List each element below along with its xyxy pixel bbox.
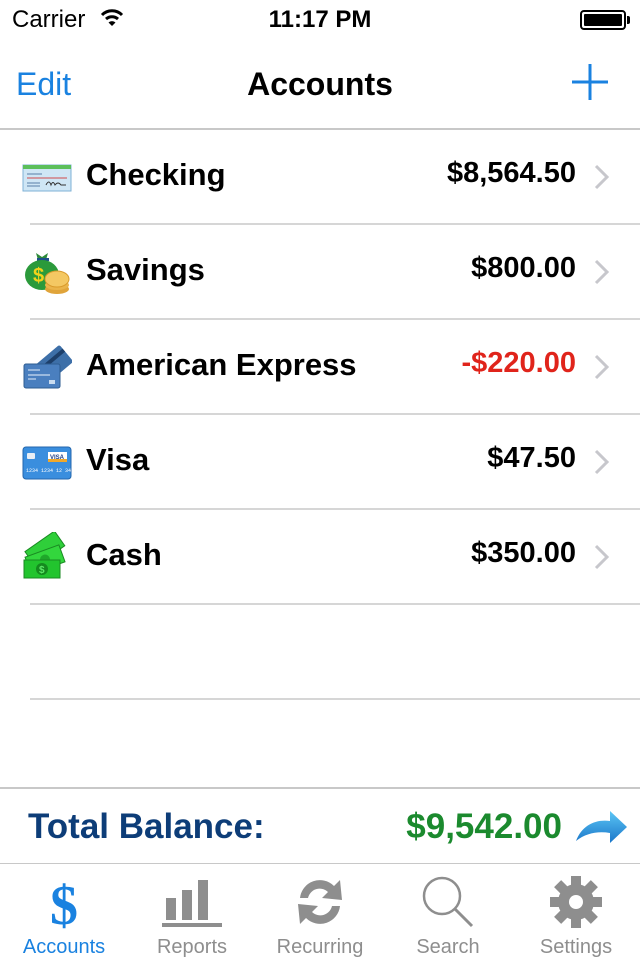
tab-accounts[interactable]: $ Accounts bbox=[0, 864, 128, 960]
account-row-visa[interactable]: VISA 1234 1234 12 34 Visa $47.50 bbox=[22, 415, 640, 510]
svg-text:$: $ bbox=[39, 565, 45, 576]
chevron-right-icon bbox=[594, 259, 610, 285]
account-row-savings[interactable]: $ Savings $800.00 bbox=[25, 225, 640, 320]
chevron-right-icon bbox=[594, 544, 610, 570]
account-balance: $350.00 bbox=[471, 537, 576, 569]
status-bar: Carrier 11:17 PM bbox=[0, 0, 640, 40]
tab-reports[interactable]: Reports bbox=[128, 864, 256, 960]
account-balance: $47.50 bbox=[487, 442, 576, 474]
tab-label: Accounts bbox=[22, 936, 106, 958]
chevron-right-icon bbox=[594, 449, 610, 475]
account-balance: $800.00 bbox=[471, 252, 576, 284]
clock: 11:17 PM bbox=[268, 6, 372, 33]
total-balance-label: Total Balance: bbox=[28, 807, 265, 846]
gear-icon bbox=[550, 876, 602, 928]
battery-tip bbox=[627, 16, 630, 24]
svg-text:$: $ bbox=[33, 265, 44, 287]
check-icon bbox=[22, 164, 72, 192]
battery-icon bbox=[580, 10, 626, 30]
tab-label: Settings bbox=[539, 936, 613, 958]
tab-label: Reports bbox=[156, 936, 228, 958]
refresh-icon bbox=[298, 880, 342, 924]
account-name: American Express bbox=[86, 347, 357, 382]
svg-text:$: $ bbox=[50, 875, 78, 932]
chevron-right-icon bbox=[594, 164, 610, 190]
tab-label: Search bbox=[416, 936, 480, 958]
account-balance: -$220.00 bbox=[461, 347, 577, 379]
cash-icon: $ bbox=[23, 532, 66, 579]
total-balance-value: $9,542.00 bbox=[406, 807, 562, 846]
account-name: Checking bbox=[86, 157, 226, 192]
tab-recurring[interactable]: Recurring bbox=[256, 864, 384, 960]
navigation-bar: Edit Accounts bbox=[0, 40, 640, 130]
tab-bar: $ Accounts Reports Recurring Search Sett… bbox=[0, 864, 640, 960]
account-name: Savings bbox=[86, 252, 205, 287]
add-account-button[interactable] bbox=[570, 62, 610, 102]
total-balance-bar: Total Balance: $9,542.00 bbox=[0, 787, 640, 865]
svg-text:1234 1234 12 34: 1234 1234 12 34 bbox=[26, 468, 71, 474]
account-balance: $8,564.50 bbox=[446, 157, 576, 189]
account-row-checking[interactable]: Checking $8,564.50 bbox=[22, 130, 640, 225]
account-name: Cash bbox=[86, 537, 162, 572]
search-icon bbox=[422, 876, 474, 928]
tab-settings[interactable]: Settings bbox=[512, 864, 640, 960]
credit-cards-icon bbox=[23, 345, 72, 389]
tab-label: Recurring bbox=[276, 936, 364, 958]
tab-search[interactable]: Search bbox=[384, 864, 512, 960]
bar-chart-icon bbox=[162, 880, 222, 927]
visa-card-icon: VISA 1234 1234 12 34 bbox=[22, 446, 72, 480]
dollar-icon: $ bbox=[50, 875, 78, 932]
money-bag-icon: $ bbox=[25, 253, 70, 294]
accounts-list: Checking $8,564.50 $ Savings $800.00 Ame… bbox=[0, 130, 640, 700]
page-title: Accounts bbox=[247, 66, 393, 102]
account-row-cash[interactable]: $ Cash $350.00 bbox=[23, 510, 640, 605]
chevron-right-icon bbox=[594, 354, 610, 380]
forward-arrow-icon[interactable] bbox=[574, 807, 628, 847]
empty-row bbox=[30, 605, 640, 700]
plus-icon bbox=[572, 64, 608, 100]
account-row-american-express[interactable]: American Express -$220.00 bbox=[23, 320, 640, 415]
account-name: Visa bbox=[86, 442, 150, 477]
